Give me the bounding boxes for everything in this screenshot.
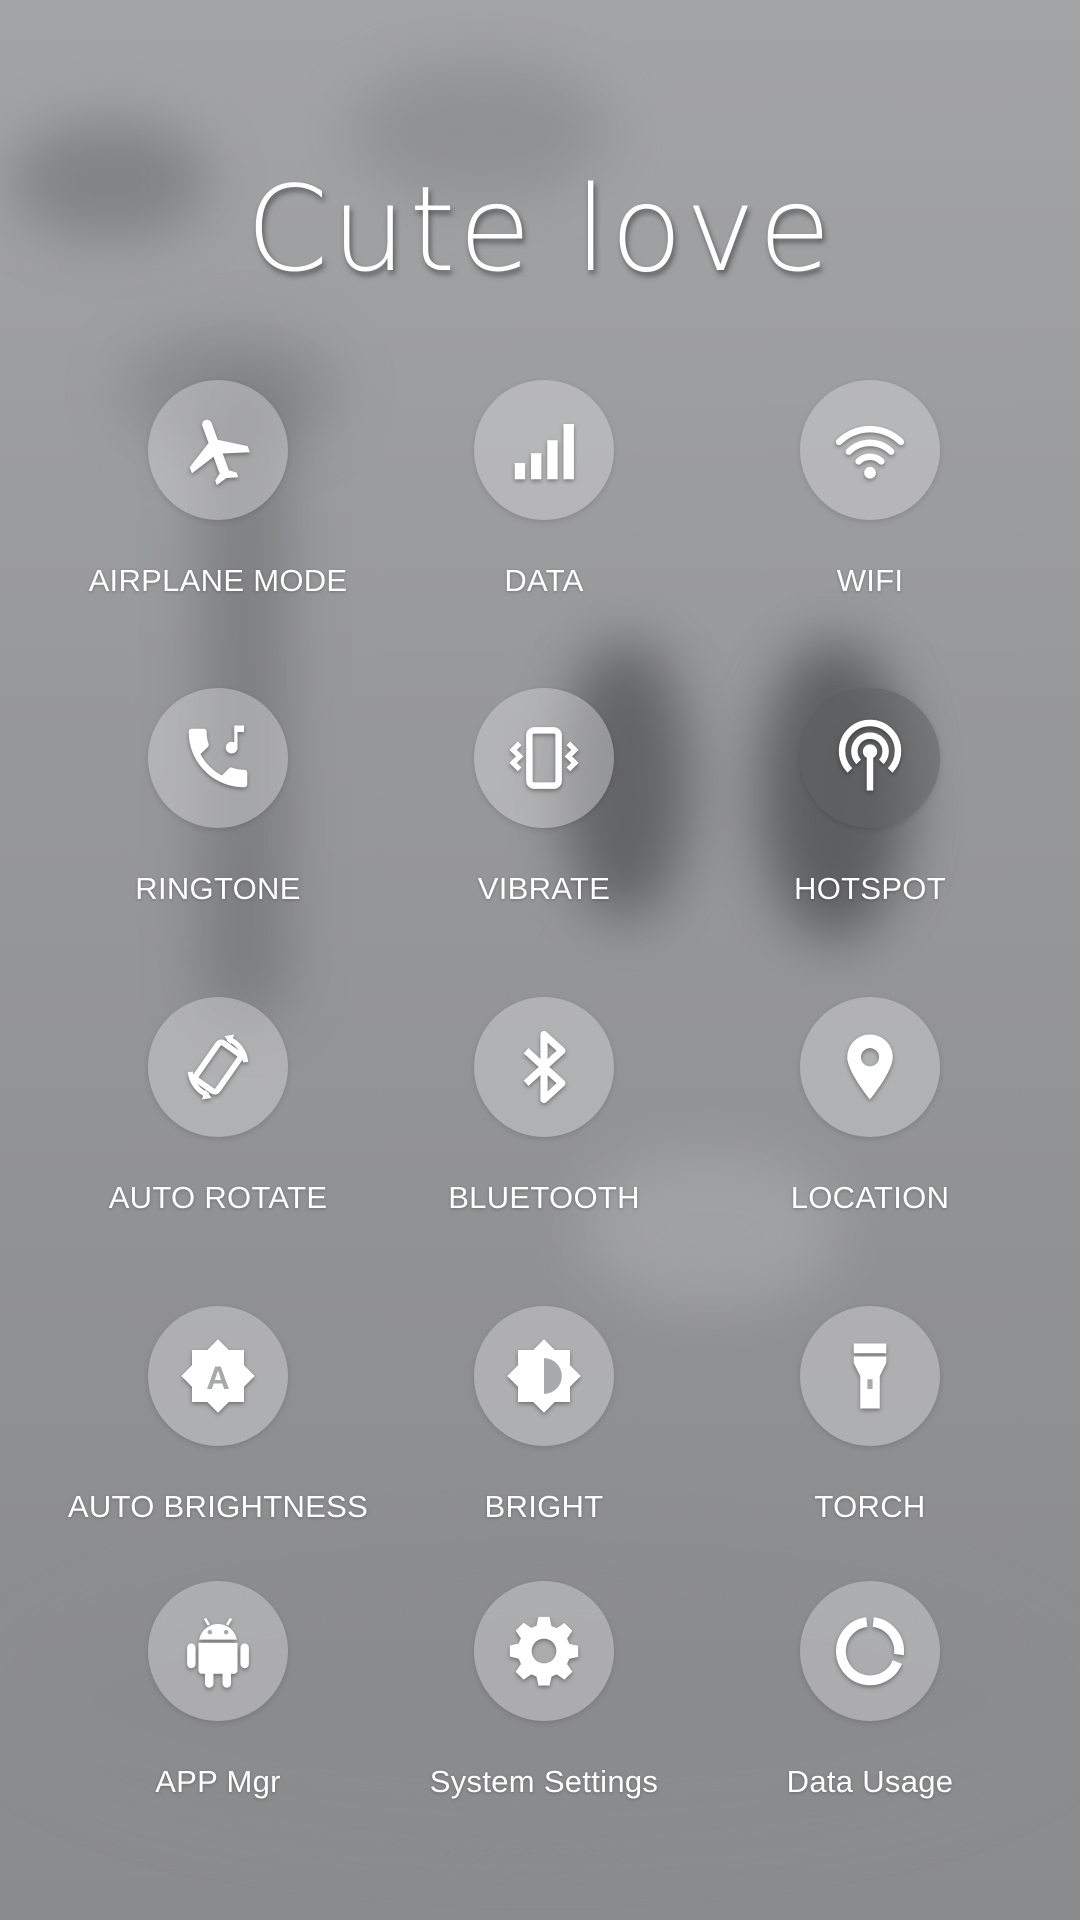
android-icon[interactable] (148, 1581, 288, 1721)
tile-label: AIRPLANE MODE (88, 563, 348, 598)
tile-label: APP Mgr (155, 1764, 281, 1799)
tile-label: RINGTONE (135, 871, 301, 906)
hotspot-icon[interactable] (800, 688, 940, 828)
wifi-icon[interactable] (800, 380, 940, 520)
auto-brightness-icon[interactable]: A (148, 1306, 288, 1446)
brightness-icon[interactable] (474, 1306, 614, 1446)
phone-ringtone-icon[interactable] (148, 688, 288, 828)
tile-label: Data Usage (786, 1764, 954, 1799)
tile-label: DATA (504, 563, 584, 598)
flashlight-icon[interactable] (800, 1306, 940, 1446)
bluetooth-icon[interactable] (474, 997, 614, 1137)
tile-label: LOCATION (790, 1180, 950, 1215)
tile-label: AUTO BRIGHTNESS (67, 1489, 369, 1524)
airplane-icon[interactable] (148, 380, 288, 520)
gear-icon[interactable] (474, 1581, 614, 1721)
tile-label: HOTSPOT (794, 871, 946, 906)
data-usage-icon[interactable] (800, 1581, 940, 1721)
svg-text:A: A (206, 1360, 229, 1396)
tile-label: VIBRATE (477, 871, 611, 906)
page-title: Cute love (246, 160, 834, 298)
tile-label: WIFI (836, 563, 904, 598)
signal-bars-icon[interactable] (474, 380, 614, 520)
tile-label: BRIGHT (484, 1489, 604, 1524)
tile-label: BLUETOOTH (448, 1180, 640, 1215)
vibrate-icon[interactable] (474, 688, 614, 828)
tile-label: TORCH (814, 1489, 926, 1524)
tile-label: AUTO ROTATE (108, 1180, 328, 1215)
location-pin-icon[interactable] (800, 997, 940, 1137)
tile-label: System Settings (429, 1764, 659, 1799)
auto-rotate-icon[interactable] (148, 997, 288, 1137)
